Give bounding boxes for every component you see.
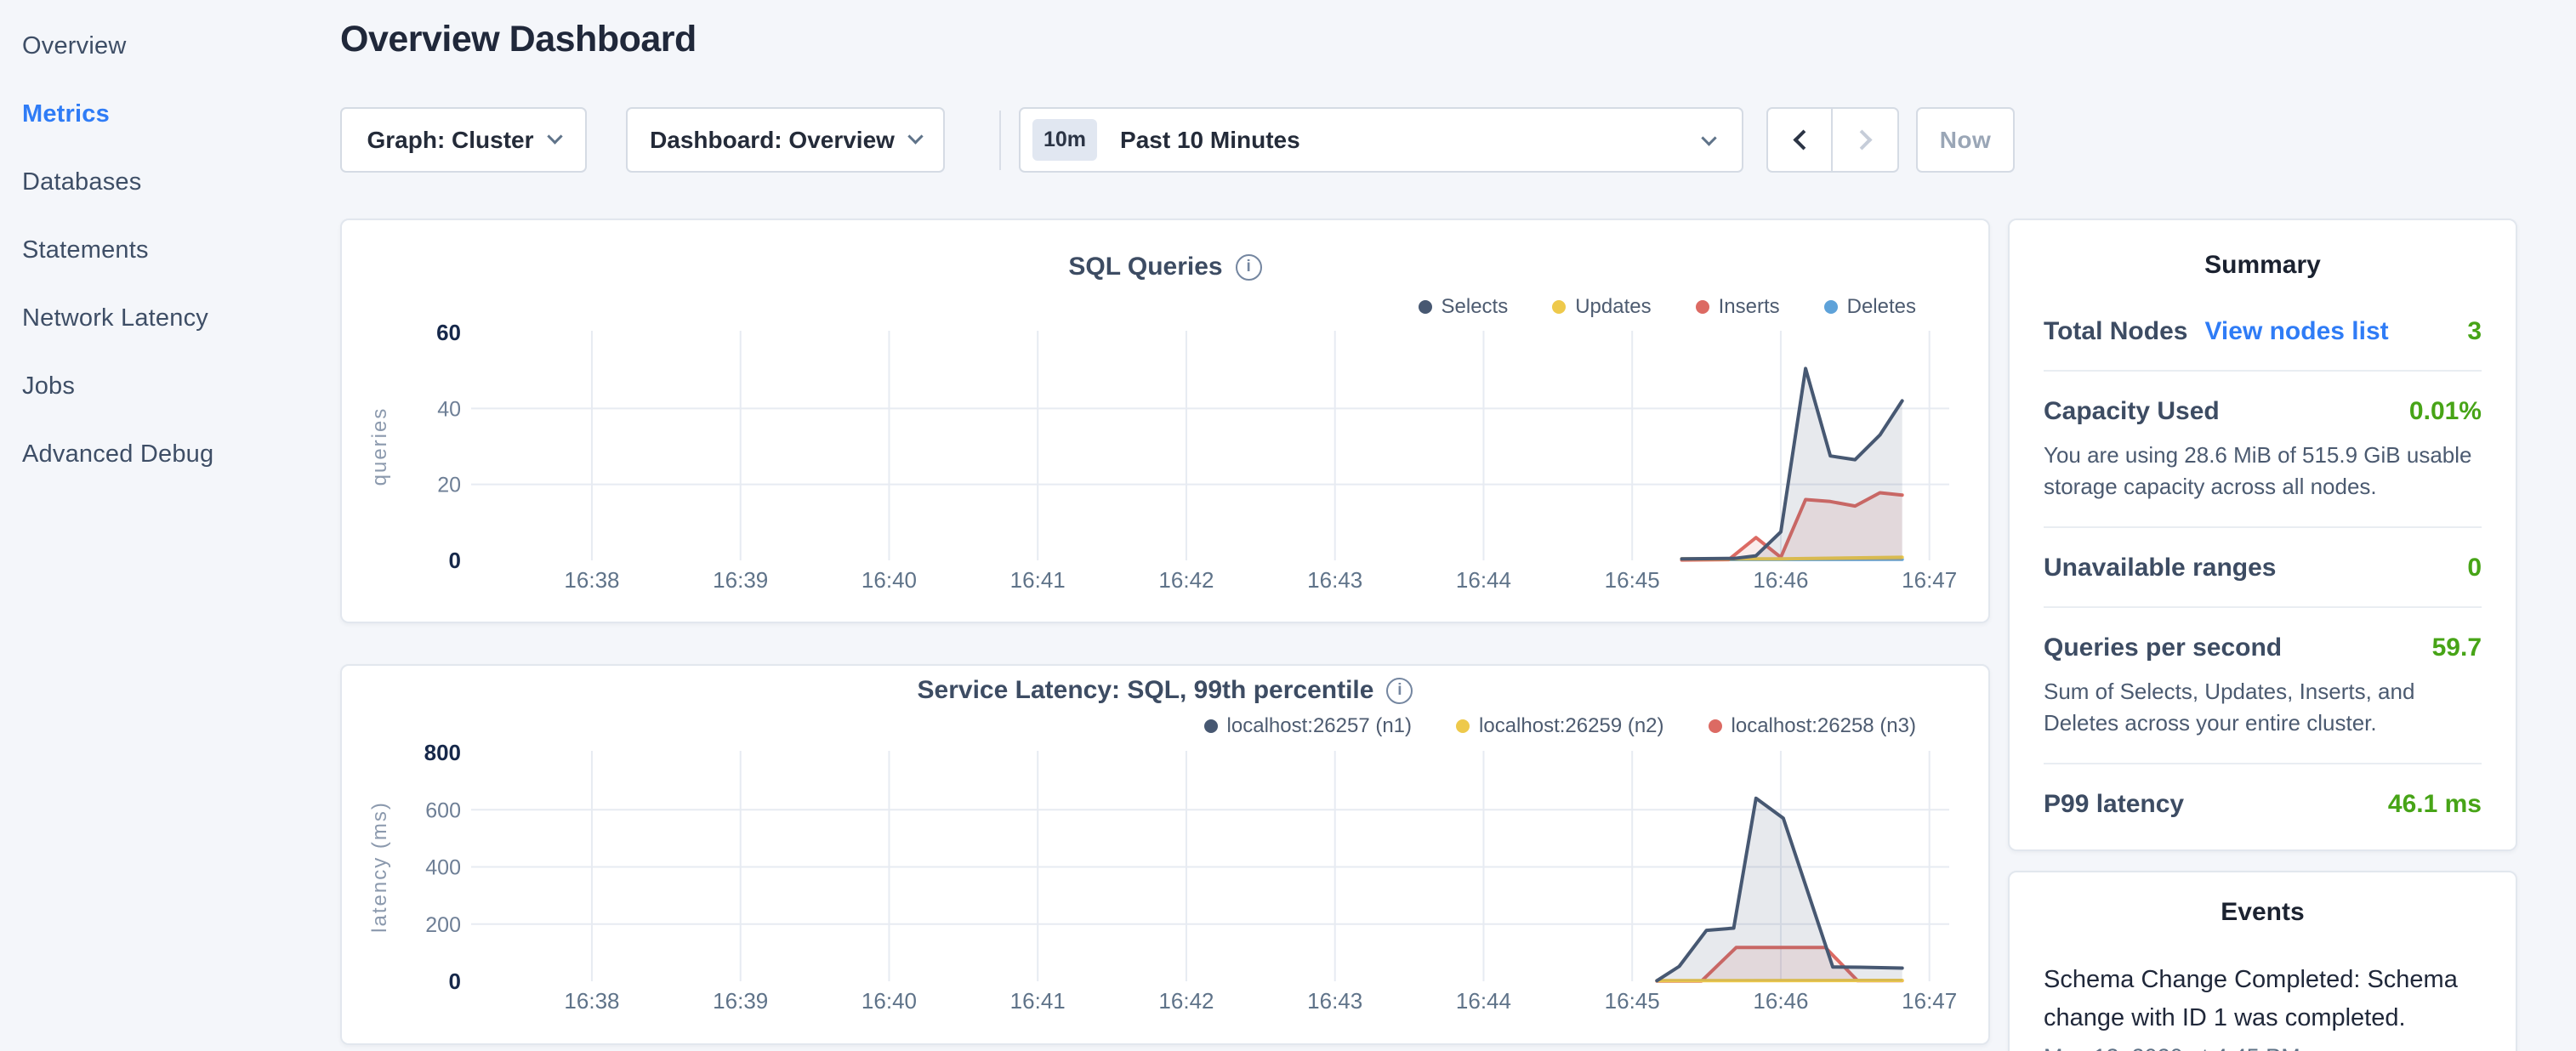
dashboard-label: Dashboard: Overview <box>650 127 895 154</box>
svg-text:queries: queries <box>368 407 391 486</box>
summary-value: 0.01% <box>2409 397 2482 426</box>
svg-text:16:43: 16:43 <box>1307 988 1362 1014</box>
time-step-buttons <box>1766 107 1899 173</box>
now-button[interactable]: Now <box>1916 107 2015 173</box>
graph-scope-label: Graph: Cluster <box>367 127 533 154</box>
event-item[interactable]: Schema Change Completed: Schema change w… <box>2044 961 2482 1037</box>
summary-row-capacity-used: Capacity Used 0.01% You are using 28.6 M… <box>2044 372 2482 528</box>
summary-value: 46.1 ms <box>2388 790 2482 819</box>
svg-text:16:41: 16:41 <box>1010 567 1066 593</box>
sidebar-item-overview[interactable]: Overview <box>0 12 340 80</box>
svg-text:16:43: 16:43 <box>1307 567 1362 593</box>
svg-text:16:42: 16:42 <box>1158 988 1214 1014</box>
time-back-button[interactable] <box>1768 109 1833 171</box>
events-title: Events <box>2044 898 2482 927</box>
svg-text:16:39: 16:39 <box>713 988 768 1014</box>
svg-text:16:40: 16:40 <box>862 988 917 1014</box>
time-forward-button[interactable] <box>1833 109 1897 171</box>
sidebar-item-databases[interactable]: Databases <box>0 148 340 216</box>
sidebar-item-advanced-debug[interactable]: Advanced Debug <box>0 420 340 488</box>
view-nodes-list-link[interactable]: View nodes list <box>2204 317 2388 346</box>
svg-text:60: 60 <box>436 320 461 345</box>
summary-label: P99 latency <box>2044 790 2184 819</box>
sidebar-item-statements[interactable]: Statements <box>0 216 340 284</box>
svg-text:16:44: 16:44 <box>1456 988 1511 1014</box>
summary-title: Summary <box>2044 251 2482 280</box>
sidebar-item-metrics[interactable]: Metrics <box>0 80 340 148</box>
svg-text:latency (ms): latency (ms) <box>368 801 391 933</box>
svg-text:16:38: 16:38 <box>564 567 619 593</box>
sidebar-item-network-latency[interactable]: Network Latency <box>0 284 340 352</box>
sidebar-item-jobs[interactable]: Jobs <box>0 352 340 420</box>
summary-label: Queries per second <box>2044 633 2282 662</box>
summary-row-queries-per-second: Queries per second 59.7 Sum of Selects, … <box>2044 608 2482 764</box>
svg-text:16:46: 16:46 <box>1753 567 1808 593</box>
page-title: Overview Dashboard <box>340 19 697 60</box>
time-range-dropdown[interactable]: 10m Past 10 Minutes <box>1019 107 1743 173</box>
svg-text:200: 200 <box>425 913 461 937</box>
summary-value: 3 <box>2467 317 2482 346</box>
svg-text:16:44: 16:44 <box>1456 567 1511 593</box>
summary-panel: Summary Total Nodes View nodes list 3 Ca… <box>2008 219 2517 851</box>
summary-row-total-nodes: Total Nodes View nodes list 3 <box>2044 292 2482 372</box>
event-timestamp: May 13, 2020 at 4:45 PM <box>2044 1044 2482 1051</box>
svg-text:40: 40 <box>437 397 461 421</box>
svg-text:0: 0 <box>449 548 461 573</box>
svg-text:16:47: 16:47 <box>1902 567 1957 593</box>
summary-subtext: Sum of Selects, Updates, Inserts, and De… <box>2044 676 2482 739</box>
svg-text:0: 0 <box>449 969 461 994</box>
svg-text:16:42: 16:42 <box>1158 567 1214 593</box>
sql-queries-chart-card: SQL Queries i Selects Updates Inserts De… <box>340 219 1990 623</box>
svg-text:16:38: 16:38 <box>564 988 619 1014</box>
summary-value: 59.7 <box>2432 633 2482 662</box>
chevron-down-icon <box>547 128 562 144</box>
chevron-down-icon <box>1701 130 1716 145</box>
svg-text:400: 400 <box>425 856 461 880</box>
chevron-down-icon <box>907 128 923 144</box>
time-range-label: Past 10 Minutes <box>1120 127 1300 154</box>
svg-text:16:39: 16:39 <box>713 567 768 593</box>
summary-label: Capacity Used <box>2044 397 2220 426</box>
svg-text:16:47: 16:47 <box>1902 988 1957 1014</box>
summary-row-p99-latency: P99 latency 46.1 ms <box>2044 764 2482 843</box>
svg-text:16:41: 16:41 <box>1010 988 1066 1014</box>
summary-label: Unavailable ranges <box>2044 554 2276 582</box>
svg-text:800: 800 <box>424 740 461 765</box>
summary-row-unavailable-ranges: Unavailable ranges 0 <box>2044 528 2482 608</box>
chevron-right-icon <box>1851 129 1872 150</box>
svg-text:16:45: 16:45 <box>1605 567 1660 593</box>
svg-text:20: 20 <box>437 474 461 497</box>
summary-value: 0 <box>2467 554 2482 582</box>
controls-divider <box>999 111 1001 170</box>
service-latency-chart-card: Service Latency: SQL, 99th percentile i … <box>340 664 1990 1045</box>
sidebar: Overview Metrics Databases Statements Ne… <box>0 0 340 1051</box>
svg-text:16:45: 16:45 <box>1605 988 1660 1014</box>
sql-queries-plot[interactable]: 16:38 16:39 16:40 16:41 16:42 16:43 16:44 16:45… <box>342 220 1992 625</box>
dashboard-dropdown[interactable]: Dashboard: Overview <box>626 107 945 173</box>
graph-scope-dropdown[interactable]: Graph: Cluster <box>340 107 587 173</box>
svg-text:16:40: 16:40 <box>862 567 917 593</box>
chevron-left-icon <box>1793 129 1813 150</box>
summary-label: Total Nodes <box>2044 317 2187 346</box>
svg-text:600: 600 <box>425 798 461 822</box>
time-range-badge: 10m <box>1032 119 1097 161</box>
events-panel: Events Schema Change Completed: Schema c… <box>2008 871 2517 1051</box>
service-latency-plot[interactable]: 16:38 16:39 16:40 16:41 16:42 16:43 16:44 16:45… <box>342 666 1992 1047</box>
svg-text:16:46: 16:46 <box>1753 988 1808 1014</box>
summary-subtext: You are using 28.6 MiB of 515.9 GiB usab… <box>2044 440 2482 503</box>
